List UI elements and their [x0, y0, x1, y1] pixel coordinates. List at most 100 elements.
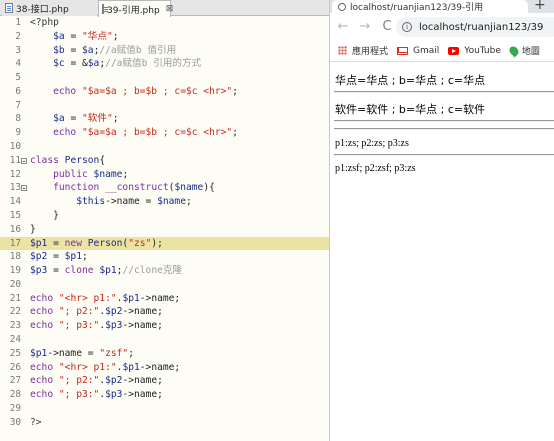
editor-tab-39[interactable]: 39-引用.php ⊠ [98, 0, 174, 17]
code-line[interactable]: 29 [0, 402, 329, 416]
browser-tab-title: localhost/ruanjian123/39-引用 [350, 3, 484, 13]
code-line[interactable]: 7 [0, 99, 329, 113]
output-line-1: 华点=华点 ; b=华点 ; c=华点 [335, 74, 486, 87]
code-text: echo "$a=$a ; b=$b ; c=$c <hr>"; [53, 127, 238, 139]
code-text: echo "<hr> p1:".$p1->name; [30, 361, 181, 373]
bookmark-label: 應用程式 [352, 47, 389, 57]
code-line[interactable]: 22 echo "; p2:".$p2->name; [0, 305, 329, 319]
browser-tab[interactable]: localhost/ruanjian123/39-引用 [332, 0, 528, 13]
code-line[interactable]: 9 echo "$a=$a ; b=$b ; c=$c <hr>"; [0, 126, 329, 140]
code-line[interactable]: 20 [0, 278, 329, 292]
editor-tab-bar: 38-接口.php 39-引用.php ⊠ [0, 0, 329, 17]
code-line[interactable]: 15 } [0, 209, 329, 223]
reload-button[interactable]: C [378, 19, 396, 34]
code-text: $p1->name = "zsf"; [30, 347, 134, 359]
php-file-icon [5, 3, 13, 13]
code-line[interactable]: 24 [0, 333, 329, 347]
code-line[interactable]: 30 ?> [0, 416, 329, 430]
editor-tab-label: 38-接口.php [16, 4, 69, 15]
code-line[interactable]: 3 $b = $a;//a赋值b 值引用 [0, 44, 329, 58]
code-text: } [30, 209, 59, 221]
line-number: 11 [9, 154, 21, 166]
code-text: $this->name = $name; [76, 196, 192, 208]
line-number: 1 [15, 17, 21, 28]
code-line[interactable]: 1 <?php [0, 16, 329, 30]
bookmark-label: YouTube [464, 45, 501, 56]
code-text: ?> [30, 416, 42, 428]
code-line[interactable]: 27 echo "; p2:".$p2->name; [0, 374, 329, 388]
line-number: 25 [9, 347, 21, 359]
code-line[interactable]: 18 $p2 = $p1; [0, 250, 329, 264]
back-button[interactable]: ← [334, 19, 352, 34]
info-icon[interactable]: i [402, 22, 412, 32]
browser-window: localhost/ruanjian123/39-引用 + ← → C i lo… [329, 0, 554, 441]
line-number: 27 [9, 375, 21, 387]
line-number: 14 [9, 196, 21, 208]
code-text: public $name; [53, 168, 129, 180]
line-number: 20 [9, 278, 21, 290]
bookmark-gmail[interactable]: Gmail [397, 46, 439, 56]
line-number: 23 [9, 320, 21, 332]
line-number: 29 [9, 402, 21, 414]
line-number: 15 [9, 209, 21, 221]
code-line[interactable]: 21 echo "<hr> p1:".$p1->name; [0, 292, 329, 306]
code-line[interactable]: 13 function __construct($name){ [0, 181, 329, 195]
code-line[interactable]: 2 $a = "华点"; [0, 30, 329, 44]
bookmark-label: 地圖 [521, 47, 540, 57]
code-line[interactable]: 23 echo "; p3:".$p3->name; [0, 319, 329, 333]
code-area[interactable]: 1 <?php 2 $a = "华点"; 3 $b = $a;//a赋值b 值引用 4 … [0, 16, 329, 429]
close-tab-icon[interactable]: ⊠ [166, 4, 174, 14]
code-line[interactable]: 26 echo "<hr> p1:".$p1->name; [0, 361, 329, 375]
line-number: 13 [9, 182, 21, 194]
horizontal-rule [334, 91, 554, 93]
line-number: 12 [9, 168, 21, 180]
apps-icon [338, 46, 347, 55]
line-number: 6 [15, 85, 21, 97]
code-line[interactable]: 12 public $name; [0, 168, 329, 182]
editor-tab-label: 39-引用.php [107, 5, 160, 16]
horizontal-rule [334, 128, 554, 130]
line-number: 5 [15, 72, 21, 84]
code-line[interactable]: 19 $p3 = clone $p1;//clone克隆 [0, 264, 329, 278]
code-line[interactable]: 6 echo "$a=$a ; b=$b ; c=$c <hr>"; [0, 85, 329, 99]
code-text: echo "; p3:".$p3->name; [30, 389, 163, 401]
code-line[interactable]: 10 [0, 140, 329, 154]
editor-tab-38[interactable]: 38-接口.php [2, 0, 97, 16]
code-text: $p2 = $p1; [30, 251, 88, 263]
code-line[interactable]: 16} [0, 223, 329, 237]
code-text: } [30, 223, 36, 235]
fold-toggle-icon[interactable] [21, 185, 27, 192]
forward-button[interactable]: → [356, 19, 374, 34]
code-line[interactable]: 8 $a = "软件"; [0, 112, 329, 126]
code-text: $c = &$a;//a赋值b 引用的方式 [53, 58, 202, 70]
code-line[interactable]: 28 echo "; p3:".$p3->name; [0, 388, 329, 402]
line-number: 24 [9, 333, 21, 345]
output-line-2: 软件=软件 ; b=华点 ; c=软件 [335, 103, 486, 116]
code-line[interactable]: 5 [0, 71, 329, 85]
browser-tab-bar: localhost/ruanjian123/39-引用 + [330, 0, 554, 13]
line-number: 7 [15, 99, 21, 111]
fold-toggle-icon[interactable] [21, 157, 27, 164]
code-text: echo "$a=$a ; b=$b ; c=$c <hr>"; [53, 85, 238, 97]
code-text: <?php [30, 17, 59, 28]
line-number: 3 [15, 44, 21, 56]
line-number: 18 [9, 251, 21, 263]
code-line[interactable]: 14 $this->name = $name; [0, 195, 329, 209]
bookmark-label: Gmail [413, 45, 440, 56]
new-tab-button[interactable]: + [534, 0, 546, 13]
horizontal-rule [334, 120, 554, 122]
code-text: echo "<hr> p1:".$p1->name; [30, 292, 181, 304]
code-text: $a = "华点"; [53, 30, 119, 42]
line-number: 21 [9, 292, 21, 304]
bookmark-youtube[interactable]: YouTube [448, 46, 501, 56]
code-line[interactable]: 17 $p1 = new Person("zs"); [0, 236, 329, 251]
bookmark-apps[interactable]: 應用程式 [338, 44, 388, 57]
code-line[interactable]: 25 $p1->name = "zsf"; [0, 347, 329, 361]
code-line[interactable]: 4 $c = &$a;//a赋值b 引用的方式 [0, 57, 329, 71]
line-number: 30 [9, 416, 21, 428]
bookmark-maps[interactable]: 地圖 [507, 44, 540, 57]
line-number: 16 [9, 223, 21, 235]
code-text: class Person{ [30, 154, 106, 166]
address-bar[interactable]: i localhost/ruanjian123/39 [396, 17, 554, 37]
code-line[interactable]: 11 class Person{ [0, 154, 329, 168]
